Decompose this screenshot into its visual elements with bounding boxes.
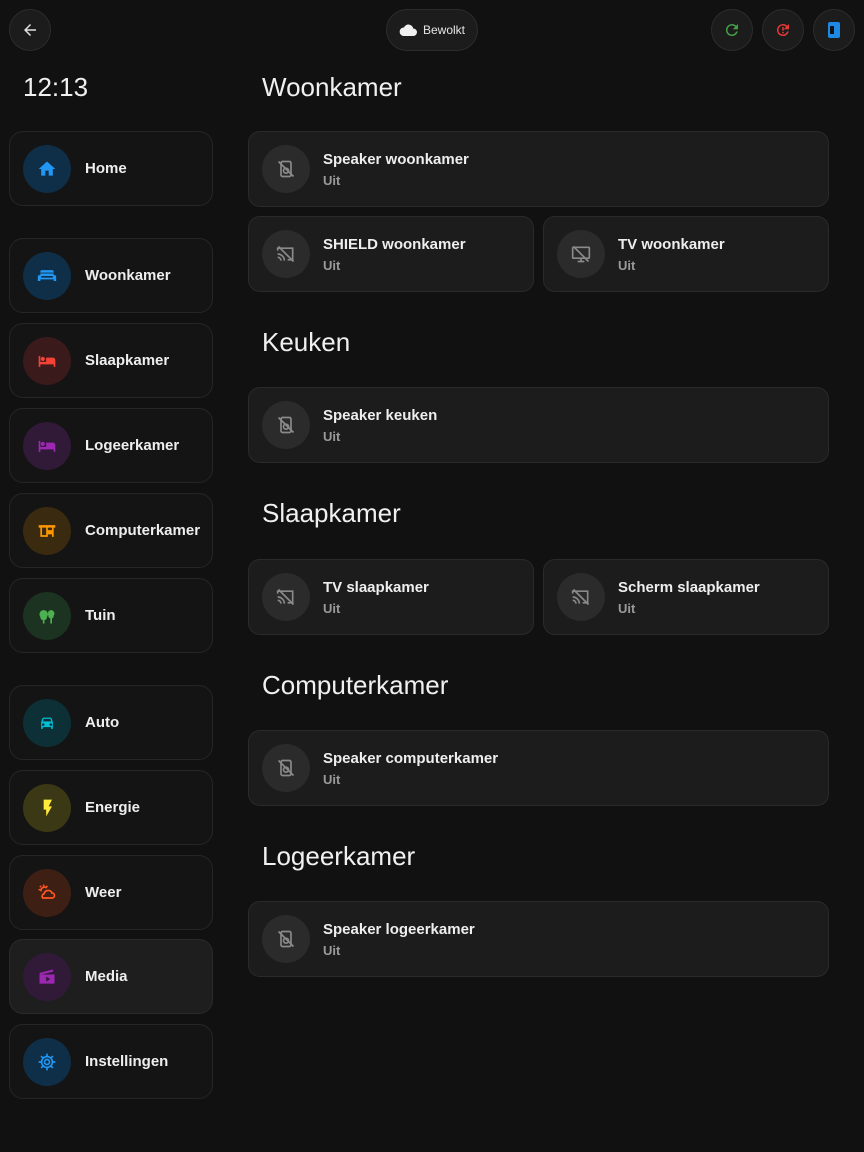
gear-icon (23, 1037, 71, 1086)
weather-icon (23, 868, 71, 917)
refresh-icon (725, 24, 738, 37)
device-name: Scherm slaapkamer (618, 578, 760, 596)
home-icon (23, 144, 71, 193)
flash-icon (23, 783, 71, 832)
nav-label: Slaapkamer (85, 352, 170, 369)
device-state: Uit (618, 257, 636, 273)
device-state: Uit (323, 942, 341, 958)
nav-label: Auto (85, 714, 120, 731)
weather-chip[interactable]: Bewolkt (386, 9, 478, 51)
nav-label: Tuin (85, 607, 116, 624)
device-card-speaker-woonkamer[interactable]: Speaker woonkamer Uit (248, 131, 829, 207)
nav-item-logeerkamer[interactable]: Logeerkamer (9, 408, 213, 483)
cloud-icon (399, 24, 417, 36)
section-title-computerkamer: Computerkamer (262, 670, 449, 700)
nav-item-auto[interactable]: Auto (9, 685, 213, 760)
nav-item-energie[interactable]: Energie (9, 770, 213, 845)
device-name: Speaker computerkamer (323, 749, 499, 767)
cast-off-icon (262, 230, 310, 278)
section-title-woonkamer: Woonkamer (262, 72, 402, 102)
device-card-tv-slaapkamer[interactable]: TV slaapkamer Uit (248, 559, 534, 635)
nav-label: Computerkamer (85, 522, 201, 539)
device-name: TV slaapkamer (323, 578, 429, 596)
speaker-off-icon (262, 915, 310, 963)
bed-icon (23, 336, 71, 385)
alert-button[interactable] (762, 9, 804, 51)
device-card-speaker-keuken[interactable]: Speaker keuken Uit (248, 387, 829, 463)
nav-label: Energie (85, 799, 141, 816)
device-state: Uit (323, 172, 341, 188)
nav-item-slaapkamer[interactable]: Slaapkamer (9, 323, 213, 398)
device-state: Uit (323, 771, 341, 787)
device-card-tv-woonkamer[interactable]: TV woonkamer Uit (543, 216, 829, 292)
device-state: Uit (323, 600, 341, 616)
nav-item-computerkamer[interactable]: Computerkamer (9, 493, 213, 568)
device-name: Speaker keuken (323, 406, 438, 424)
nav-item-media[interactable]: Media (9, 939, 213, 1014)
nav-item-home[interactable]: Home (9, 131, 213, 206)
device-card-scherm-slaapkamer[interactable]: Scherm slaapkamer Uit (543, 559, 829, 635)
device-name: SHIELD woonkamer (323, 235, 466, 253)
nav-label: Woonkamer (85, 267, 171, 284)
device-name: TV woonkamer (618, 235, 725, 253)
nav-label: Instellingen (85, 1053, 169, 1070)
nav-item-tuin[interactable]: Tuin (9, 578, 213, 653)
nav-item-instellingen[interactable]: Instellingen (9, 1024, 213, 1099)
device-state: Uit (618, 600, 636, 616)
speaker-off-icon (262, 401, 310, 449)
monitor-off-icon (557, 230, 605, 278)
tablet-button[interactable] (813, 9, 855, 51)
back-button[interactable] (9, 9, 51, 51)
alert-refresh-icon (776, 24, 789, 37)
section-title-logeerkamer: Logeerkamer (262, 841, 416, 871)
device-card-speaker-logeerkamer[interactable]: Speaker logeerkamer Uit (248, 901, 829, 977)
refresh-button[interactable] (711, 9, 753, 51)
section-title-slaapkamer: Slaapkamer (262, 498, 401, 528)
nav-label: Home (85, 160, 127, 177)
arrow-left-icon (24, 24, 36, 36)
media-icon (23, 952, 71, 1001)
device-name: Speaker logeerkamer (323, 920, 475, 938)
weather-label: Bewolkt (422, 23, 466, 37)
bed-icon (23, 421, 71, 470)
nav-label: Media (85, 968, 128, 985)
device-state: Uit (323, 257, 341, 273)
device-state: Uit (323, 428, 341, 444)
sofa-icon (23, 251, 71, 300)
section-title-keuken: Keuken (262, 327, 351, 357)
device-card-shield-woonkamer[interactable]: SHIELD woonkamer Uit (248, 216, 534, 292)
tree-icon (23, 591, 71, 640)
speaker-off-icon (262, 744, 310, 792)
nav-item-weer[interactable]: Weer (9, 855, 213, 930)
clock: 12:13 (23, 72, 89, 102)
device-card-speaker-computerkamer[interactable]: Speaker computerkamer Uit (248, 730, 829, 806)
tablet-icon (828, 22, 840, 38)
nav-label: Logeerkamer (85, 437, 180, 454)
nav-label: Weer (85, 884, 122, 901)
device-name: Speaker woonkamer (323, 150, 469, 168)
desk-icon (23, 506, 71, 555)
nav-item-woonkamer[interactable]: Woonkamer (9, 238, 213, 313)
car-icon (23, 698, 71, 747)
speaker-off-icon (262, 145, 310, 193)
cast-off-icon (557, 573, 605, 621)
cast-off-icon (262, 573, 310, 621)
